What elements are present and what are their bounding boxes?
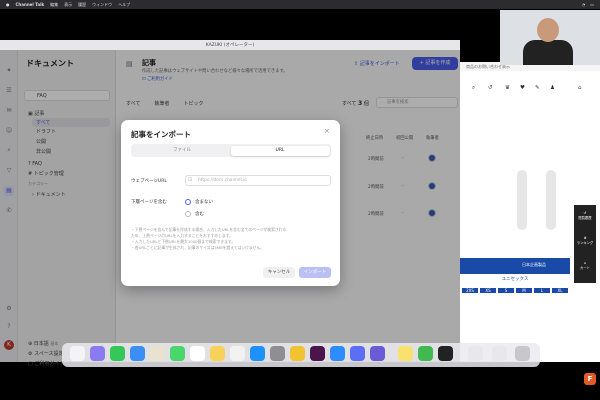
radio-exclude-label: 含まない [195,200,213,205]
tab-url[interactable]: URL [230,145,330,156]
size-table: 2XS XS S M L XL [462,288,570,348]
screen: ● Channel Talk 編集 表示 履歴 ウィンドウ ヘルプ ◔ ▭ KA… [0,0,600,400]
crown-icon[interactable]: ♛ [505,85,510,91]
app-icon[interactable] [370,346,385,361]
calendar-icon[interactable] [190,346,205,361]
size-band-title: ユニセックス [460,274,570,286]
widget-ranking[interactable]: ♛ ランキング [574,236,596,245]
brand-logo: F [584,373,596,385]
slack-icon[interactable] [310,346,325,361]
facetime-icon[interactable] [170,346,185,361]
import-notes: ・下層ページを含んで記事を作成する場合、入力したURLを含む全てのページが検索さ… [131,227,331,251]
window-titlebar: KAZUKI (オペレーター) [0,40,460,50]
battery-icon[interactable]: ▭ [590,2,594,7]
menu-window[interactable]: ウィンドウ [92,2,112,8]
import-modal: 記事をインポート × ファイル URL ウェブページURL ⊡ https://… [121,120,340,286]
document-thumbnail-icon[interactable] [468,346,483,361]
menu-view[interactable]: 表示 [64,2,72,8]
numbers-icon[interactable] [418,346,433,361]
body-figure-left [517,170,527,230]
widget-cart-label: カート [580,266,590,270]
cancel-button[interactable]: キャンセル [263,267,295,278]
radio-include-label: 含む [195,212,204,217]
widget-ranking-label: ランキング [576,241,594,245]
body-figure-right [546,170,556,230]
widget-cart[interactable]: ⊔ カート [574,261,596,270]
size-col-m: M [516,288,532,293]
zoom-icon[interactable] [330,346,345,361]
url-label: ウェブページURL [131,179,167,184]
url-input[interactable]: https://docs.channel.io [185,175,331,186]
bag-icon[interactable]: ⌂ [578,85,582,91]
user-icon[interactable]: ♟ [550,85,555,91]
appstore-icon[interactable] [250,346,265,361]
channeltalk-icon[interactable] [350,346,365,361]
screen-recorder-icon[interactable] [438,346,453,361]
import-button[interactable]: インポート [299,267,331,278]
folder-icon[interactable] [492,346,507,361]
size-col-xs: XS [480,288,496,293]
presenter-body [523,40,573,65]
trash-icon[interactable] [515,346,530,361]
reminders-icon[interactable] [230,346,245,361]
history-icon[interactable]: ↺ [488,85,493,91]
modal-title: 記事をインポート [131,130,191,139]
widget-history-label: 閲覧履歴 [578,216,592,220]
heart-icon[interactable]: ♥ [520,85,525,91]
launchpad-icon[interactable] [90,346,105,361]
window-title: KAZUKI (オペレーター) [205,43,255,48]
mac-menubar: ● Channel Talk 編集 表示 履歴 ウィンドウ ヘルプ ◔ ▭ [0,0,600,9]
menubar-status-icons: ◔ ▭ [582,2,594,7]
search-icon[interactable]: ⌕ [472,85,475,92]
system-settings-icon[interactable] [270,346,285,361]
pen-icon[interactable]: ✎ [535,85,540,91]
size-col-s: S [498,288,514,293]
close-icon[interactable]: × [324,127,330,135]
subpages-label: 下層ページを含む [131,200,167,205]
messages-icon[interactable] [110,346,125,361]
presenter-head [537,18,559,42]
radio-include[interactable] [185,211,191,217]
photos-icon[interactable] [150,346,165,361]
menu-edit[interactable]: 編集 [50,2,58,8]
floating-widget: ↺ 閲覧履歴 ♛ ランキング ⊔ カート [574,205,596,283]
note-4: ・各URLごとに記事が生成され、記事のサイズは5MBを超えてはいけません。 [131,245,265,250]
chrome-icon[interactable] [290,346,305,361]
menu-help[interactable]: ヘルプ [118,2,130,8]
size-band-sub: 日本企画製品 [522,262,546,267]
size-col-l: L [534,288,550,293]
menubar-app-name[interactable]: Channel Talk [16,2,45,7]
menu-history[interactable]: 履歴 [78,2,86,8]
notes-icon[interactable] [210,346,225,361]
apple-icon[interactable]: ● [6,2,10,7]
widget-history[interactable]: ↺ 閲覧履歴 [574,211,596,220]
wifi-icon[interactable]: ◔ [582,2,586,7]
stickies-icon[interactable] [398,346,413,361]
size-col-xl: XL [552,288,568,293]
mail-icon[interactable] [130,346,145,361]
finder-icon[interactable] [70,346,85,361]
import-tabs: ファイル URL [131,144,331,157]
size-band: ユニセックス 日本企画製品 [460,258,570,286]
tab-file[interactable]: ファイル [133,146,232,156]
size-col-2xs: 2XS [462,288,478,293]
radio-exclude[interactable] [185,199,191,205]
